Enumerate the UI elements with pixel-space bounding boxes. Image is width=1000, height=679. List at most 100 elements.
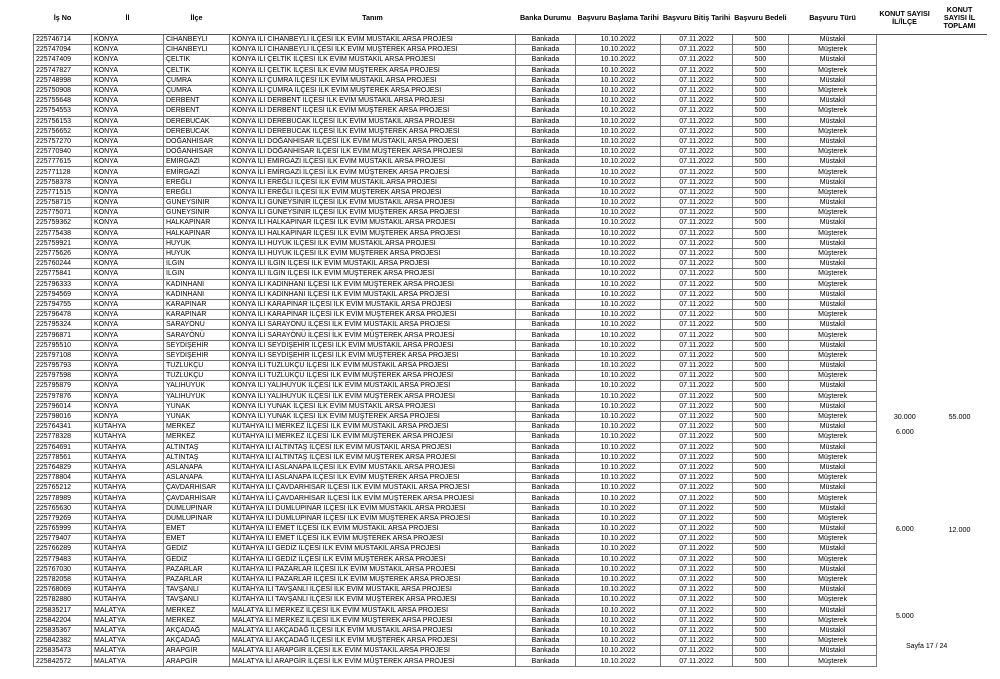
summary-cell-empty xyxy=(933,279,987,289)
cell-is-no: 225775626 xyxy=(33,247,92,260)
cell-il: KONYA xyxy=(91,176,164,188)
cell-il: KONYA xyxy=(91,84,164,97)
cell-il: KÜTAHYA xyxy=(91,421,164,433)
cell-bedeli: 500 xyxy=(731,624,790,637)
cell-basvuru-turu: Müstakil xyxy=(788,380,878,392)
cell-bedeli: 500 xyxy=(731,482,790,494)
cell-banka-durumu: Bankada xyxy=(515,359,576,372)
cell-bitis-tarihi: 07.11.2022 xyxy=(660,44,733,56)
table-row: 225760244 KONYA ILGIN KONYA İLİ ILGIN İLÇES… xyxy=(33,258,987,270)
cell-tanim: KÜTAHYA İLİ EMET İLÇESİ İLK EVİM MÜŞTERE… xyxy=(229,533,516,545)
summary-cell-empty xyxy=(933,259,987,269)
cell-tanim: KÜTAHYA İLİ TAVŞANLI İLÇESİ İLK EVİM MÜŞ… xyxy=(229,594,516,606)
summary-cell-empty xyxy=(877,625,933,635)
cell-tanim: KÜTAHYA İLİ PAZARLAR İLÇESİ İLK EVİM MÜS… xyxy=(229,563,516,575)
cell-tanim: MALATYA İLİ ARAPGİR İLÇESİ İLK EVİM MÜST… xyxy=(229,645,516,657)
cell-banka-durumu: Bankada xyxy=(515,95,576,107)
cell-banka-durumu: Bankada xyxy=(515,533,576,545)
cell-bedeli: 500 xyxy=(731,95,790,107)
cell-il: KONYA xyxy=(91,64,164,76)
cell-is-no: 225748998 xyxy=(33,74,92,86)
cell-tanim: KONYA İLİ DEREBUCAK İLÇESİ İLK EVİM MÜŞT… xyxy=(229,125,516,137)
cell-il: KONYA xyxy=(91,54,164,66)
cell-is-no: 225794755 xyxy=(33,298,92,311)
cell-bedeli: 500 xyxy=(731,380,790,392)
cell-banka-durumu: Bankada xyxy=(515,156,576,168)
cell-is-no: 225765999 xyxy=(33,522,92,535)
table-row: 225758715 KONYA GÜNEYSINIR KONYA İLİ GÜNEYS… xyxy=(33,196,987,209)
cell-tanim: KÜTAHYA İLİ ÇAVDARHİSAR İLÇESİ İLK EVİM … xyxy=(229,482,516,494)
cell-baslama-tarihi: 10.10.2022 xyxy=(574,95,662,107)
cell-basvuru-turu: Müşterek xyxy=(788,594,878,606)
cell-baslama-tarihi: 10.10.2022 xyxy=(574,370,662,382)
cell-ilce: EMİRGAZİ xyxy=(163,156,230,168)
cell-bitis-tarihi: 07.11.2022 xyxy=(660,146,733,158)
cell-is-no: 225770940 xyxy=(33,146,92,158)
cell-ilce: MERKEZ xyxy=(163,604,230,616)
cell-ilce: SEYDİŞEHİR xyxy=(163,339,230,351)
cell-is-no: 225778561 xyxy=(33,451,92,463)
cell-ilce: ÇUMRA xyxy=(163,74,230,86)
cell-baslama-tarihi: 10.10.2022 xyxy=(574,247,662,260)
table-row: 225747409 KONYA ÇELTİK KONYA İLİ ÇELTİK İLÇ… xyxy=(33,54,987,66)
cell-baslama-tarihi: 10.10.2022 xyxy=(574,166,662,178)
cell-bedeli: 500 xyxy=(731,349,790,362)
cell-ilce: KADINHANI xyxy=(163,278,230,290)
cell-basvuru-turu: Müstakil xyxy=(788,502,878,514)
cell-ilce: DUMLUPINAR xyxy=(163,502,230,514)
header-konut-il-ilce: KONUT SAYISI İL/İLÇE xyxy=(876,2,933,35)
cell-baslama-tarihi: 10.10.2022 xyxy=(574,512,662,525)
cell-basvuru-turu: Müşterek xyxy=(788,614,878,626)
cell-ilce: MERKEZ xyxy=(163,421,230,433)
summary-cell-empty xyxy=(877,595,933,605)
summary-cell-empty xyxy=(877,473,933,483)
summary-cell-empty xyxy=(933,452,987,462)
summary-cell-empty xyxy=(933,350,987,360)
summary-cell-empty xyxy=(933,605,987,615)
cell-is-no: 225779407 xyxy=(33,533,92,545)
cell-baslama-tarihi: 10.10.2022 xyxy=(574,105,662,117)
cell-bedeli: 500 xyxy=(731,543,790,555)
cell-baslama-tarihi: 10.10.2022 xyxy=(574,156,662,168)
cell-basvuru-turu: Müstakil xyxy=(788,461,878,474)
cell-il: KONYA xyxy=(91,115,164,127)
cell-bitis-tarihi: 07.11.2022 xyxy=(660,563,733,575)
cell-baslama-tarihi: 10.10.2022 xyxy=(574,186,662,199)
cell-il: KONYA xyxy=(91,268,164,280)
cell-tanim: KONYA İLİ DOĞANHİSAR İLÇESİ İLK EVİM MÜS… xyxy=(229,135,516,148)
table-row: 225766289 KÜTAHYA GEDİZ KÜTAHYA İLİ GEDİZ İ… xyxy=(33,543,987,555)
cell-baslama-tarihi: 10.10.2022 xyxy=(574,207,662,219)
cell-basvuru-turu: Müşterek xyxy=(788,146,878,158)
cell-bedeli: 500 xyxy=(731,64,790,76)
cell-basvuru-turu: Müstakil xyxy=(788,482,878,494)
cell-baslama-tarihi: 10.10.2022 xyxy=(574,482,662,494)
table-row: 225770940 KONYA DOĞANHİSAR KONYA İLİ DOĞANH… xyxy=(33,146,987,158)
cell-tanim: KÜTAHYA İLİ ÇAVDARHİSAR İLÇESİ İLK EVİM … xyxy=(229,492,516,504)
cell-baslama-tarihi: 10.10.2022 xyxy=(574,135,662,148)
cell-bedeli: 500 xyxy=(731,186,790,199)
cell-banka-durumu: Bankada xyxy=(515,196,576,209)
cell-tanim: KONYA İLİ ÇELTİK İLÇESİ İLK EVİM MÜSTAKİ… xyxy=(229,54,516,66)
cell-ilce: EREĞLİ xyxy=(163,176,230,188)
cell-bedeli: 500 xyxy=(731,370,790,382)
summary-cell-empty xyxy=(933,238,987,248)
cell-il: MALATYA xyxy=(91,614,164,626)
cell-baslama-tarihi: 10.10.2022 xyxy=(574,614,662,626)
cell-bedeli: 500 xyxy=(731,533,790,545)
table-row: 225757270 KONYA DOĞANHİSAR KONYA İLİ DOĞANH… xyxy=(33,135,987,148)
cell-bitis-tarihi: 07.11.2022 xyxy=(660,329,733,341)
cell-ilce: DEREBUCAK xyxy=(163,125,230,137)
cell-baslama-tarihi: 10.10.2022 xyxy=(574,237,662,249)
cell-baslama-tarihi: 10.10.2022 xyxy=(574,146,662,158)
summary-cell-empty xyxy=(877,136,933,146)
cell-tanim: KONYA İLİ KARAPINAR İLÇESİ İLK EVİM MÜST… xyxy=(229,298,516,311)
cell-bedeli: 500 xyxy=(731,461,790,474)
cell-tanim: KONYA İLİ CİHANBEYLİ İLÇESİ İLK EVİM MÜS… xyxy=(229,33,516,46)
cell-tanim: KÜTAHYA İLİ ALTINTAŞ İLÇESİ İLK EVİM MÜS… xyxy=(229,441,516,453)
cell-bitis-tarihi: 07.11.2022 xyxy=(660,349,733,362)
cell-bitis-tarihi: 07.11.2022 xyxy=(660,156,733,168)
summary-cell-empty xyxy=(877,340,933,350)
kutahya-merkez-total: 6.000 xyxy=(895,427,914,437)
cell-is-no: 225796478 xyxy=(33,309,92,321)
summary-cell-empty xyxy=(933,462,987,472)
